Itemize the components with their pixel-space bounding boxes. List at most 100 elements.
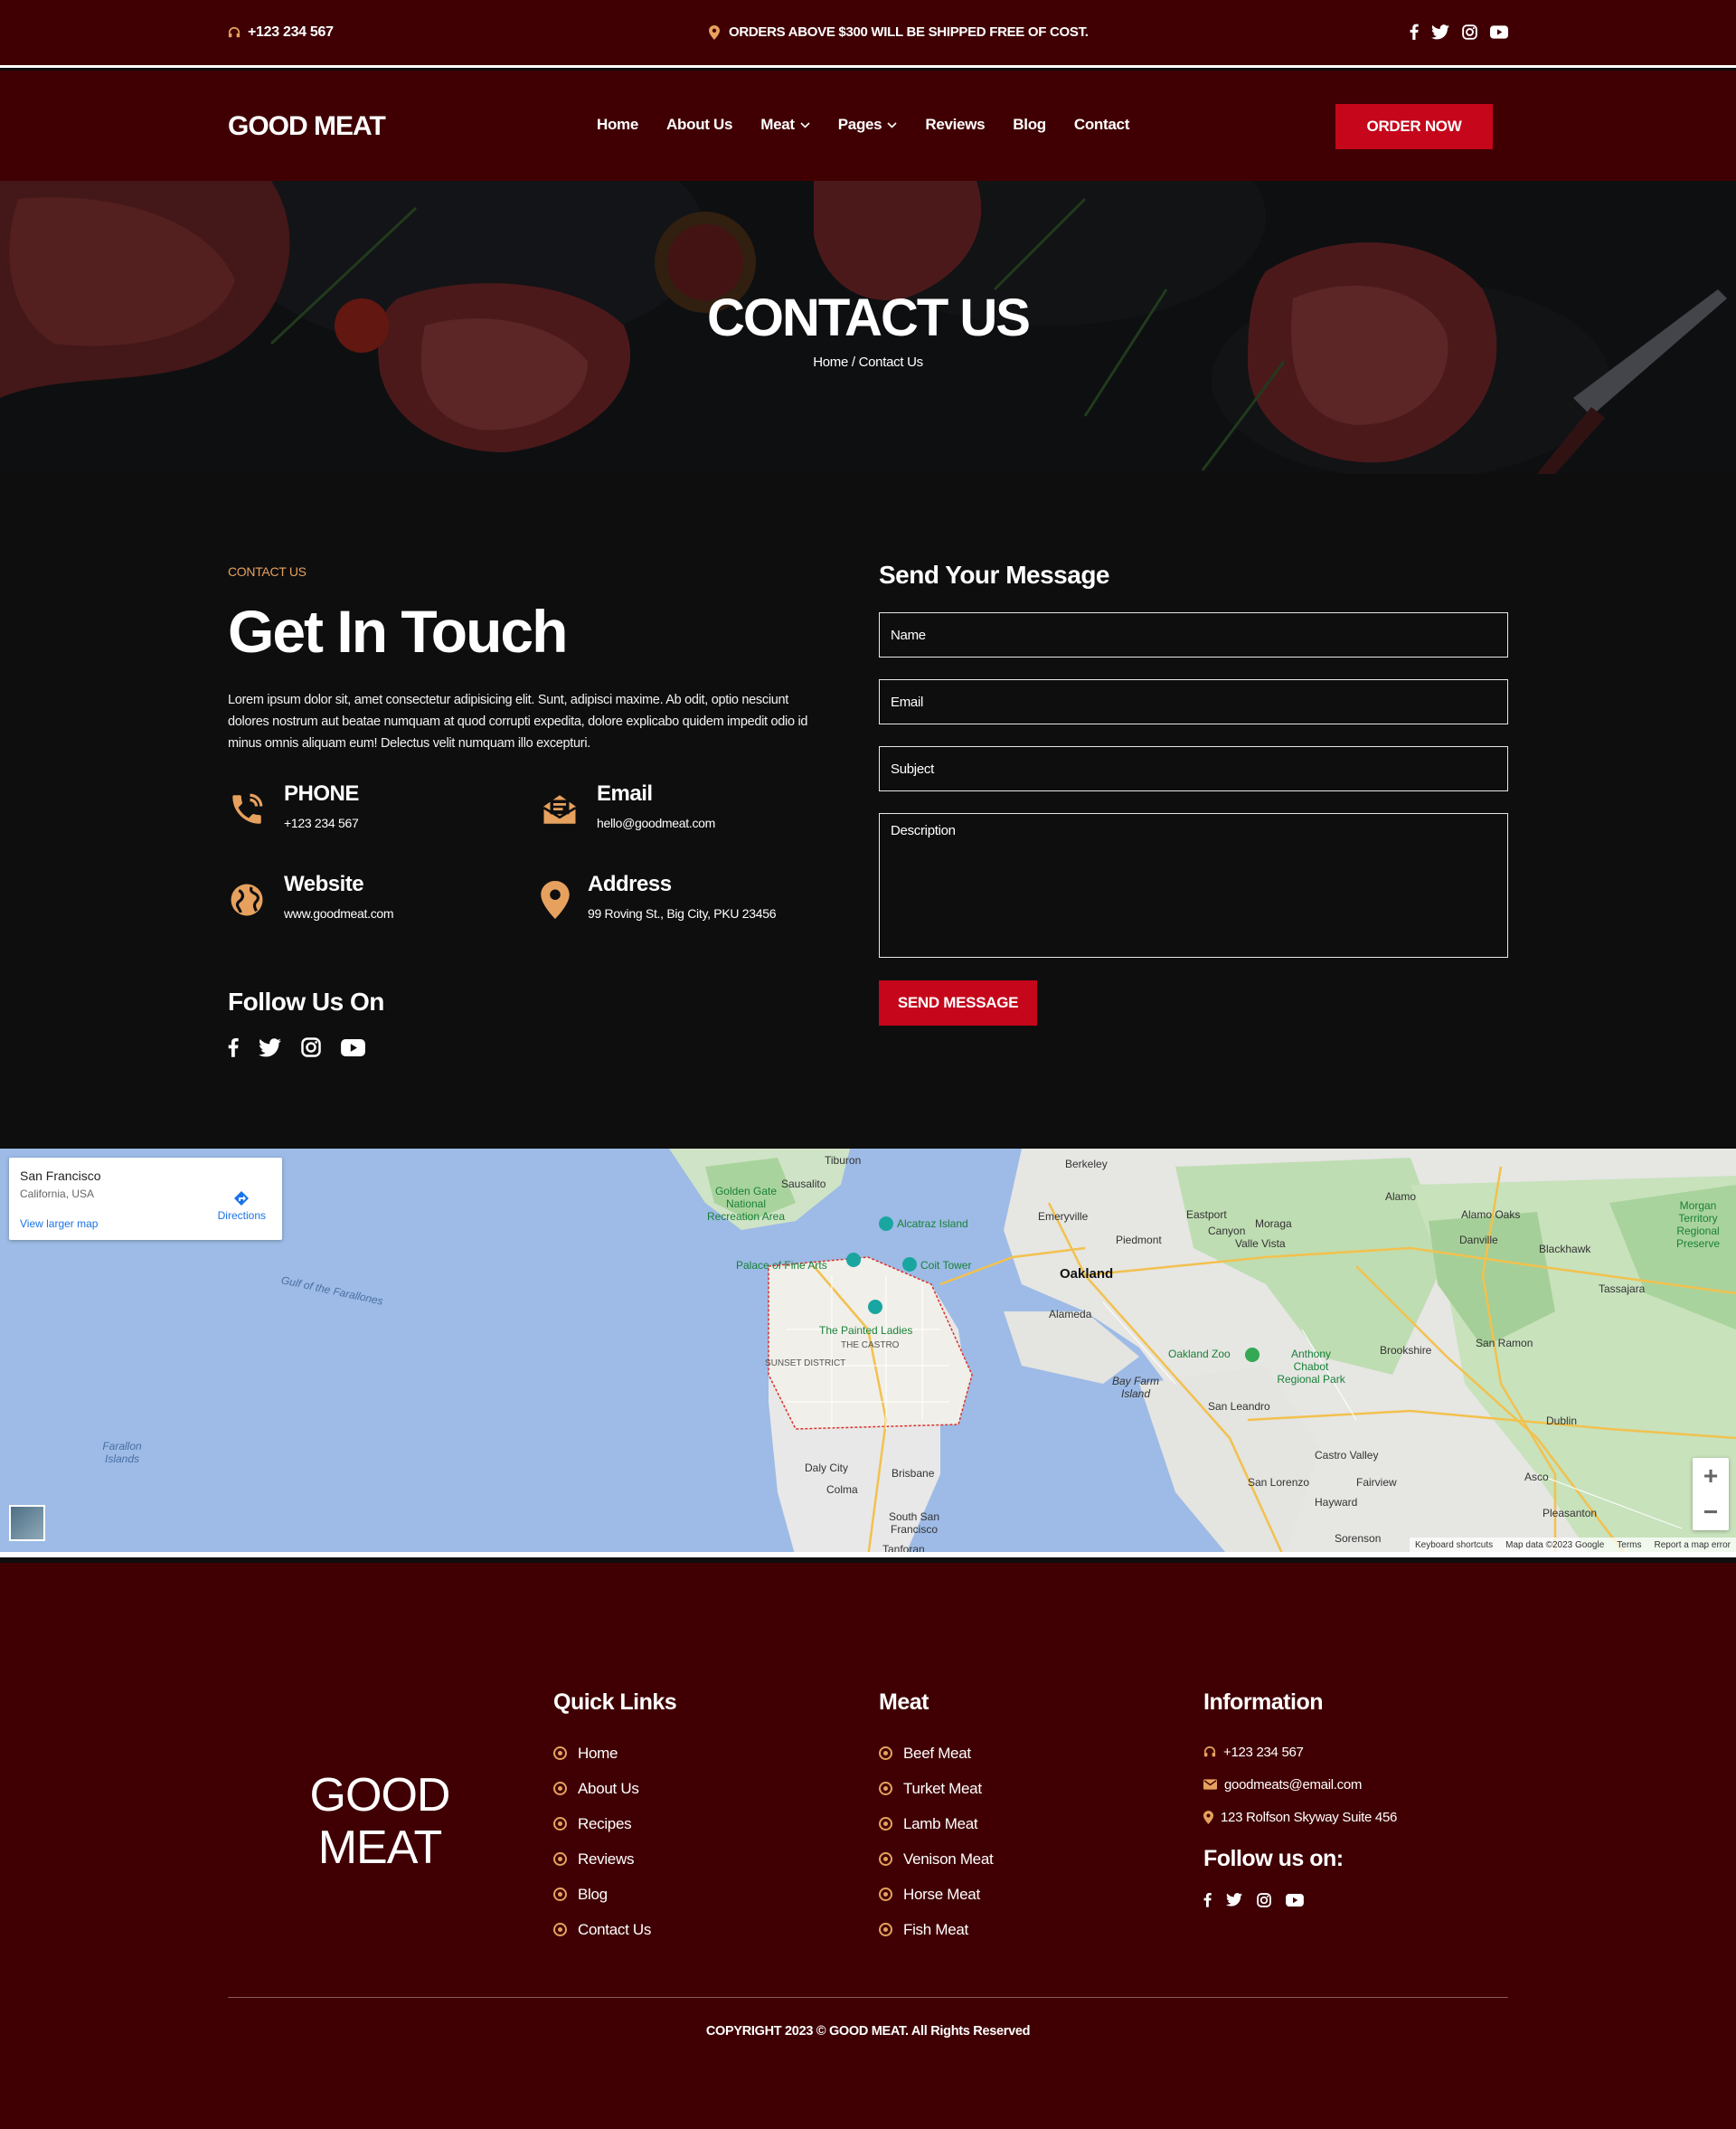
phone-title: PHONE: [284, 781, 359, 806]
map-report-link[interactable]: Report a map error: [1655, 1540, 1731, 1550]
map-label-alcatraz[interactable]: Alcatraz Island: [897, 1217, 968, 1230]
map-label-painted-ladies[interactable]: The Painted Ladies: [819, 1324, 912, 1337]
main-header: GOOD MEAT Home About Us Meat Pages Revie…: [0, 71, 1736, 181]
youtube-icon[interactable]: [341, 1038, 365, 1056]
map-label-tanforan: Tanforan: [882, 1543, 925, 1556]
nav-meat[interactable]: Meat: [760, 116, 810, 134]
footer-link-beef[interactable]: Beef Meat: [879, 1736, 993, 1771]
footer-link-blog[interactable]: Blog: [553, 1877, 676, 1912]
twitter-icon[interactable]: [1226, 1893, 1242, 1907]
nav-blog[interactable]: Blog: [1013, 116, 1046, 134]
order-now-button[interactable]: ORDER NOW: [1335, 104, 1493, 149]
facebook-icon[interactable]: [228, 1036, 239, 1058]
zoom-out-button[interactable]: −: [1693, 1494, 1729, 1530]
breadcrumb: Home / Contact Us: [813, 355, 923, 370]
envelope-icon: [541, 789, 579, 830]
headset-icon: [228, 26, 241, 39]
contact-email: Email hello@goodmeat.com: [541, 781, 715, 830]
map-label-oakland-zoo[interactable]: Oakland Zoo: [1168, 1348, 1231, 1360]
map-label-palace[interactable]: Palace of Fine Arts: [736, 1259, 827, 1272]
bullet-icon: [879, 1782, 892, 1795]
description-textarea[interactable]: [879, 813, 1508, 958]
facebook-icon[interactable]: [1410, 24, 1419, 40]
map-label-castro-valley: Castro Valley: [1315, 1449, 1379, 1462]
map-label-eastport: Eastport: [1186, 1208, 1227, 1221]
footer-logo[interactable]: GOOD MEAT: [307, 1769, 452, 1874]
footer-logo-line1: GOOD: [309, 1769, 451, 1821]
footer-link-fish[interactable]: Fish Meat: [879, 1912, 993, 1947]
footer-link-about[interactable]: About Us: [553, 1771, 676, 1806]
website-value[interactable]: www.goodmeat.com: [284, 906, 394, 921]
footer-info-phone[interactable]: +123 234 567: [1203, 1736, 1397, 1768]
embedded-map[interactable]: San Francisco California, USA View large…: [0, 1149, 1736, 1557]
name-input[interactable]: [879, 612, 1508, 658]
youtube-icon[interactable]: [1490, 24, 1508, 39]
envelope-icon: [1203, 1779, 1217, 1790]
footer-link-label: Venison Meat: [903, 1850, 994, 1868]
twitter-icon[interactable]: [259, 1037, 281, 1057]
instagram-icon[interactable]: [1257, 1892, 1271, 1907]
footer-link-recipes[interactable]: Recipes: [553, 1806, 676, 1841]
nav-about-us[interactable]: About Us: [666, 116, 732, 134]
site-logo[interactable]: GOOD MEAT: [228, 111, 386, 142]
map-label-canyon: Canyon: [1208, 1225, 1246, 1237]
map-keyboard-shortcuts[interactable]: Keyboard shortcuts: [1415, 1540, 1493, 1550]
send-message-button[interactable]: SEND MESSAGE: [879, 980, 1037, 1026]
contact-section: CONTACT US Get In Touch Lorem ipsum dolo…: [0, 474, 1736, 1149]
map-place-name: San Francisco: [20, 1169, 101, 1183]
footer-link-label: Reviews: [578, 1850, 635, 1868]
information-title: Information: [1203, 1689, 1324, 1715]
footer-meat-links: Meat Beef Meat Turket Meat Lamb Meat Ven…: [879, 1689, 994, 1947]
map-label-emeryville: Emeryville: [1038, 1210, 1089, 1223]
twitter-icon[interactable]: [1431, 24, 1449, 40]
main-nav: Home About Us Meat Pages Reviews Blog Co…: [597, 116, 1129, 134]
footer-link-label: Blog: [578, 1885, 608, 1903]
address-title: Address: [588, 872, 672, 896]
footer-link-horse[interactable]: Horse Meat: [879, 1877, 993, 1912]
youtube-icon[interactable]: [1286, 1893, 1304, 1907]
map-label-south-sf: South San Francisco: [888, 1510, 940, 1536]
footer-link-label: About Us: [578, 1779, 639, 1797]
zoom-in-button[interactable]: +: [1693, 1458, 1729, 1494]
instagram-icon[interactable]: [301, 1037, 321, 1057]
map-label-tassajara: Tassajara: [1599, 1282, 1646, 1295]
phone-icon: [228, 789, 266, 830]
footer-info-address: 123 Rolfson Skyway Suite 456: [1203, 1801, 1397, 1833]
map-label-valle-vista: Valle Vista: [1235, 1237, 1286, 1250]
map-label-berkeley: Berkeley: [1065, 1158, 1108, 1170]
map-label-san-leandro: San Leandro: [1208, 1400, 1270, 1413]
nav-pages[interactable]: Pages: [838, 116, 898, 134]
map-label-brookshire: Brookshire: [1380, 1344, 1432, 1357]
directions-button[interactable]: Directions: [218, 1190, 266, 1222]
contact-social: [228, 1036, 365, 1058]
phone-value[interactable]: +123 234 567: [284, 816, 359, 830]
footer-link-contact[interactable]: Contact Us: [553, 1912, 676, 1947]
map-terms-link[interactable]: Terms: [1617, 1540, 1641, 1550]
email-value[interactable]: hello@goodmeat.com: [597, 816, 715, 830]
satellite-toggle[interactable]: [9, 1505, 45, 1541]
topbar-phone[interactable]: +123 234 567: [228, 24, 334, 41]
contact-phone: PHONE +123 234 567: [228, 781, 359, 830]
nav-reviews[interactable]: Reviews: [925, 116, 985, 134]
footer-link-lamb[interactable]: Lamb Meat: [879, 1806, 993, 1841]
footer-link-home[interactable]: Home: [553, 1736, 676, 1771]
view-larger-map-link[interactable]: View larger map: [20, 1217, 98, 1230]
footer-info-email[interactable]: goodmeats@email.com: [1203, 1768, 1397, 1801]
nav-reviews-label: Reviews: [925, 116, 986, 133]
footer-link-turket[interactable]: Turket Meat: [879, 1771, 993, 1806]
bullet-icon: [553, 1746, 567, 1760]
map-data-credit: Map data ©2023 Google: [1505, 1539, 1605, 1550]
section-description: Lorem ipsum dolor sit, amet consectetur …: [228, 693, 808, 751]
bullet-icon: [553, 1782, 567, 1795]
instagram-icon[interactable]: [1462, 24, 1477, 40]
facebook-icon[interactable]: [1203, 1892, 1212, 1907]
subject-input[interactable]: [879, 746, 1508, 791]
topbar-promo: ORDERS ABOVE $300 WILL BE SHIPPED FREE O…: [709, 24, 1089, 40]
nav-contact[interactable]: Contact: [1074, 116, 1129, 134]
email-input[interactable]: [879, 679, 1508, 724]
map-label-coit-tower[interactable]: Coit Tower: [920, 1259, 971, 1272]
meat-links-title: Meat: [879, 1689, 929, 1715]
footer-link-venison[interactable]: Venison Meat: [879, 1841, 994, 1877]
nav-home[interactable]: Home: [597, 116, 638, 134]
footer-link-reviews[interactable]: Reviews: [553, 1841, 676, 1877]
